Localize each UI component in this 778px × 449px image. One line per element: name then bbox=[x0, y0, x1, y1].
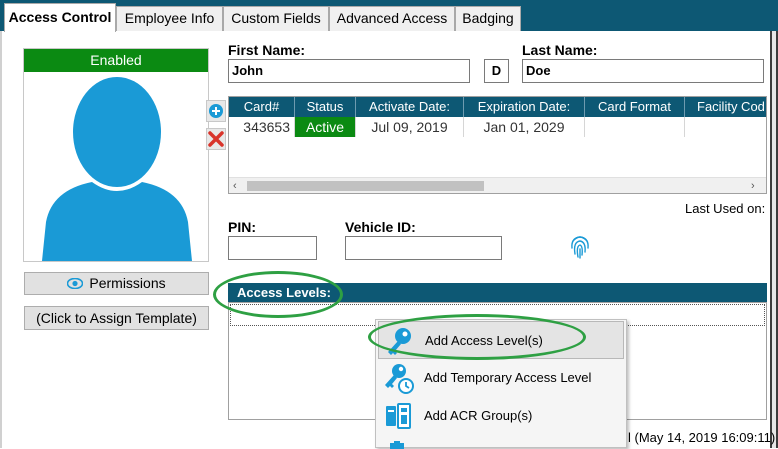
scroll-right-icon[interactable]: › bbox=[751, 180, 755, 192]
vehicle-id-label: Vehicle ID: bbox=[345, 219, 416, 235]
pin-label: PIN: bbox=[228, 219, 256, 235]
footer-timestamp: l (May 14, 2019 16:09:11) bbox=[628, 430, 776, 445]
scroll-left-icon[interactable]: ‹ bbox=[233, 180, 237, 192]
column-header-card-format[interactable]: Card Format bbox=[585, 97, 685, 117]
last-used-label: Last Used on: bbox=[685, 201, 766, 216]
red-x-icon bbox=[208, 131, 224, 147]
column-header-status[interactable]: Status bbox=[295, 97, 356, 117]
assign-template-button[interactable]: (Click to Assign Template) bbox=[24, 306, 209, 330]
menu-item-label: Add ACR Group(s) bbox=[424, 408, 533, 423]
horizontal-scrollbar[interactable]: ‹ › bbox=[229, 177, 766, 193]
vertical-scrollbar[interactable] bbox=[772, 31, 776, 448]
middle-initial-field[interactable]: D bbox=[484, 59, 509, 83]
eye-icon bbox=[67, 274, 84, 295]
tab-custom-fields[interactable]: Custom Fields bbox=[223, 6, 329, 31]
tab-employee-info[interactable]: Employee Info bbox=[116, 6, 223, 31]
tab-strip: Access Control Employee Info Custom Fiel… bbox=[0, 0, 778, 32]
card-number-cell[interactable]: 343653 bbox=[229, 117, 295, 137]
card-format-cell[interactable] bbox=[585, 117, 685, 137]
scrollbar-thumb[interactable] bbox=[247, 181, 484, 191]
remove-card-button[interactable] bbox=[206, 128, 226, 150]
acr-group-icon bbox=[386, 403, 411, 429]
status-cell[interactable]: Active bbox=[295, 117, 356, 137]
plus-circle-icon bbox=[209, 104, 223, 118]
tab-access-control[interactable]: Access Control bbox=[4, 3, 116, 32]
permissions-button[interactable]: Permissions bbox=[24, 272, 209, 295]
activate-date-cell[interactable]: Jul 09, 2019 bbox=[356, 117, 464, 137]
first-name-label: First Name: bbox=[228, 42, 306, 58]
last-name-label: Last Name: bbox=[522, 42, 598, 58]
enabled-status-bar: Enabled bbox=[24, 49, 208, 72]
add-card-button[interactable] bbox=[206, 100, 226, 122]
column-header-activate-date[interactable]: Activate Date: bbox=[356, 97, 464, 117]
fingerprint-icon[interactable] bbox=[569, 232, 591, 260]
photo-panel: Enabled bbox=[23, 48, 209, 262]
annotation-circle-add-access-level bbox=[368, 314, 586, 360]
annotation-circle-access-levels bbox=[213, 271, 343, 318]
menu-item-label: Add Temporary Access Level bbox=[424, 370, 592, 385]
avatar-placeholder-icon[interactable] bbox=[24, 72, 208, 261]
column-header-expiration-date[interactable]: Expiration Date: bbox=[464, 97, 585, 117]
facility-code-cell[interactable] bbox=[685, 117, 766, 137]
expiration-date-cell[interactable]: Jan 01, 2029 bbox=[464, 117, 585, 137]
permissions-label: Permissions bbox=[89, 275, 166, 291]
menu-item-add-temporary-access-level[interactable]: Add Temporary Access Level bbox=[378, 359, 624, 397]
last-name-field[interactable]: Doe bbox=[522, 59, 764, 83]
card-grid: Card# Status Activate Date: Expiration D… bbox=[228, 96, 767, 194]
key-clock-icon bbox=[385, 364, 414, 394]
column-header-facility-code[interactable]: Facility Cod bbox=[685, 97, 766, 117]
pin-field[interactable] bbox=[228, 236, 317, 260]
vehicle-id-field[interactable] bbox=[345, 236, 502, 260]
first-name-field[interactable]: John bbox=[228, 59, 470, 83]
column-header-card[interactable]: Card# bbox=[229, 97, 295, 117]
tab-badging[interactable]: Badging bbox=[455, 6, 521, 31]
tab-advanced-access[interactable]: Advanced Access bbox=[329, 6, 455, 31]
menu-item-add-acr-group[interactable]: Add ACR Group(s) bbox=[378, 397, 624, 435]
